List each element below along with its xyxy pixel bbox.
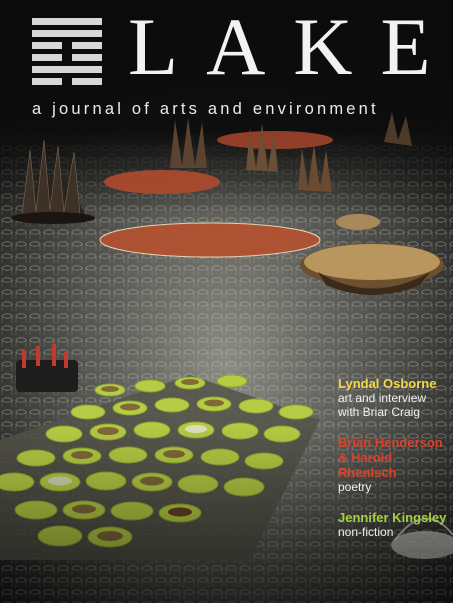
entry-description: art and interview bbox=[338, 391, 427, 405]
contributor-name: Brian Henderson bbox=[338, 435, 443, 450]
contributor-name: Lyndal Osborne bbox=[338, 376, 437, 391]
contents-entry[interactable]: Jennifer Kingsley non-fiction bbox=[338, 510, 453, 539]
contents-entry[interactable]: Brian Henderson & Harold Rhenisch poetry bbox=[338, 435, 453, 494]
magazine-cover: LAKE a journal of arts and environment L… bbox=[0, 0, 453, 603]
journal-title: LAKE bbox=[128, 1, 453, 92]
entry-description: non-fiction bbox=[338, 525, 394, 539]
journal-logo bbox=[32, 18, 102, 90]
contributor-name: Jennifer Kingsley bbox=[338, 510, 447, 525]
contributor-name: & Harold Rhenisch bbox=[338, 450, 397, 480]
journal-subtitle: a journal of arts and environment bbox=[32, 100, 379, 118]
entry-description: with Briar Craig bbox=[338, 405, 421, 419]
contents-entry[interactable]: Lyndal Osborne art and interview with Br… bbox=[338, 376, 453, 419]
entry-description: poetry bbox=[338, 480, 372, 494]
contents-list: Lyndal Osborne art and interview with Br… bbox=[338, 376, 453, 555]
